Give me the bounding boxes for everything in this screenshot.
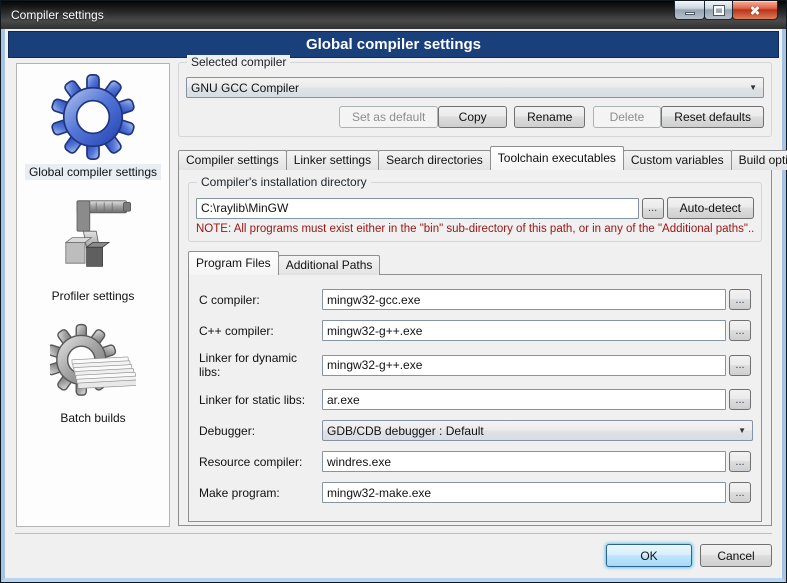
selected-compiler-group: Selected compiler GNU GCC Compiler ▼ Set… xyxy=(178,62,772,137)
close-icon xyxy=(749,4,761,16)
cancel-button[interactable]: Cancel xyxy=(700,544,772,567)
browse-linker-dynamic-button[interactable]: ... xyxy=(729,355,751,376)
ok-button[interactable]: OK xyxy=(606,544,692,567)
settings-tabstrip: Compiler settings Linker settings Search… xyxy=(178,146,772,170)
sidebar-item-profiler-settings[interactable]: Profiler settings xyxy=(48,196,139,304)
linker-static-input[interactable] xyxy=(322,389,726,410)
install-note-text: NOTE: All programs must exist either in … xyxy=(196,223,754,235)
toolchain-executables-panel: Compiler's installation directory ... Au… xyxy=(178,169,772,526)
chevron-down-icon: ▼ xyxy=(747,83,759,92)
caliper-icon xyxy=(53,196,133,284)
tab-compiler-settings[interactable]: Compiler settings xyxy=(178,150,287,170)
reset-defaults-button[interactable]: Reset defaults xyxy=(661,106,764,128)
field-row-resource-compiler: Resource compiler: ... xyxy=(197,451,753,472)
compiler-buttons-row: Set as default Copy Rename Delete Reset … xyxy=(186,106,764,128)
field-row-linker-dynamic: Linker for dynamic libs: ... xyxy=(197,351,753,379)
minimize-button[interactable] xyxy=(674,1,705,20)
field-label: Debugger: xyxy=(197,424,319,438)
copy-button[interactable]: Copy xyxy=(438,106,507,128)
selected-compiler-legend: Selected compiler xyxy=(187,55,290,69)
browse-c-compiler-button[interactable]: ... xyxy=(729,289,751,310)
tab-build-options[interactable]: Build options xyxy=(731,150,787,170)
browse-install-path-button[interactable]: ... xyxy=(642,198,664,219)
delete-button[interactable]: Delete xyxy=(593,106,662,128)
tab-search-directories[interactable]: Search directories xyxy=(378,150,491,170)
browse-resource-compiler-button[interactable]: ... xyxy=(729,451,751,472)
field-label: Resource compiler: xyxy=(197,455,319,469)
close-button[interactable] xyxy=(732,1,778,20)
c-compiler-input[interactable] xyxy=(322,289,726,310)
debugger-select-value: GDB/CDB debugger : Default xyxy=(327,424,736,438)
set-as-default-button[interactable]: Set as default xyxy=(339,106,438,128)
rename-button[interactable]: Rename xyxy=(514,106,585,128)
footer-divider xyxy=(15,533,772,534)
maximize-icon xyxy=(714,6,724,15)
chevron-down-icon: ▼ xyxy=(736,426,748,435)
browse-make-program-button[interactable]: ... xyxy=(729,482,751,503)
auto-detect-button[interactable]: Auto-detect xyxy=(667,197,754,219)
cpp-compiler-input[interactable] xyxy=(322,320,726,341)
installation-directory-legend: Compiler's installation directory xyxy=(197,175,371,189)
page-title: Global compiler settings xyxy=(8,31,779,58)
window-title: Compiler settings xyxy=(11,8,104,22)
browse-cpp-compiler-button[interactable]: ... xyxy=(729,320,751,341)
field-row-linker-static: Linker for static libs: ... xyxy=(197,389,753,410)
resource-compiler-input[interactable] xyxy=(322,451,726,472)
field-label: C compiler: xyxy=(197,293,319,307)
window-controls xyxy=(675,1,778,20)
main-panel: Selected compiler GNU GCC Compiler ▼ Set… xyxy=(178,62,772,526)
field-row-c-compiler: C compiler: ... xyxy=(197,289,753,310)
field-label: Linker for static libs: xyxy=(197,393,319,407)
blue-gear-icon xyxy=(50,74,136,160)
dialog-body: Global compiler settings xyxy=(1,29,786,582)
field-row-debugger: Debugger: GDB/CDB debugger : Default ▼ xyxy=(197,420,753,441)
sidebar-item-global-compiler-settings[interactable]: Global compiler settings xyxy=(25,74,161,180)
compiler-select-value: GNU GCC Compiler xyxy=(191,81,747,95)
field-label: C++ compiler: xyxy=(197,324,319,338)
program-files-panel: C compiler: ... C++ compiler: ... Linker… xyxy=(188,274,762,522)
maximize-button[interactable] xyxy=(704,1,733,20)
sidebar-item-label: Global compiler settings xyxy=(25,164,161,180)
subtab-program-files[interactable]: Program Files xyxy=(188,251,279,275)
field-row-make-program: Make program: ... xyxy=(197,482,753,503)
tab-toolchain-executables[interactable]: Toolchain executables xyxy=(490,146,624,170)
browse-linker-static-button[interactable]: ... xyxy=(729,389,751,410)
sidebar-item-label: Batch builds xyxy=(56,410,129,426)
field-row-cpp-compiler: C++ compiler: ... xyxy=(197,320,753,341)
tab-custom-variables[interactable]: Custom variables xyxy=(623,150,732,170)
compiler-select[interactable]: GNU GCC Compiler ▼ xyxy=(186,77,764,98)
settings-sidebar: Global compiler settings xyxy=(16,63,170,527)
footer-buttons: OK Cancel xyxy=(606,544,772,567)
make-program-input[interactable] xyxy=(322,482,726,503)
tab-linker-settings[interactable]: Linker settings xyxy=(286,150,379,170)
sidebar-item-batch-builds[interactable]: Batch builds xyxy=(50,320,136,426)
gray-gear-papers-icon xyxy=(50,320,136,406)
sidebar-item-label: Profiler settings xyxy=(48,288,139,304)
field-label: Make program: xyxy=(197,486,319,500)
installation-directory-group: Compiler's installation directory ... Au… xyxy=(188,182,762,242)
titlebar[interactable]: Compiler settings xyxy=(1,1,786,29)
field-label: Linker for dynamic libs: xyxy=(197,351,319,379)
install-path-input[interactable] xyxy=(196,198,639,219)
linker-dynamic-input[interactable] xyxy=(322,355,726,376)
subtab-additional-paths[interactable]: Additional Paths xyxy=(278,255,381,275)
installation-directory-row: ... Auto-detect xyxy=(196,197,754,219)
compiler-settings-window: Compiler settings Global compiler settin… xyxy=(0,0,787,583)
debugger-select[interactable]: GDB/CDB debugger : Default ▼ xyxy=(322,420,753,441)
program-subtabs: Program Files Additional Paths xyxy=(188,253,762,275)
minimize-icon xyxy=(685,12,695,15)
